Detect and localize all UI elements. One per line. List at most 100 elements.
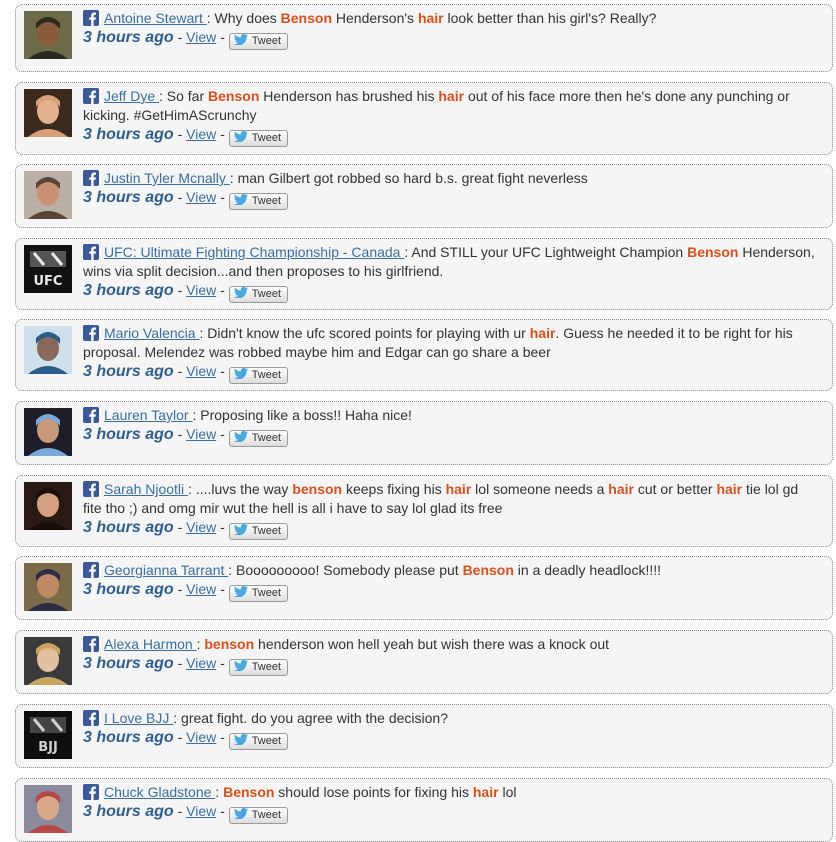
facebook-icon	[83, 88, 99, 104]
keyword-highlight: hair	[438, 88, 465, 104]
tweet-button[interactable]: Tweet	[228, 733, 289, 750]
tweet-label: Tweet	[251, 432, 282, 444]
comment-line: Georgianna Tarrant : Booooooooo! Somebod…	[83, 561, 820, 580]
avatar[interactable]	[24, 326, 72, 374]
text-segment: keeps fixing his	[342, 481, 446, 497]
view-link[interactable]: View	[186, 426, 216, 442]
author-link[interactable]: Jeff Dye	[104, 88, 159, 104]
comment-card: Chuck Gladstone : Benson should lose poi…	[15, 778, 833, 842]
avatar[interactable]	[24, 637, 72, 685]
author-link[interactable]: Mario Valencia	[104, 325, 199, 341]
comment-body: Lauren Taylor : Proposing like a boss!! …	[83, 406, 820, 447]
timestamp: 3 hours ago	[83, 581, 174, 598]
facebook-icon	[83, 481, 99, 497]
avatar[interactable]	[24, 785, 72, 833]
tweet-button[interactable]: Tweet	[228, 367, 289, 384]
timestamp: 3 hours ago	[83, 282, 174, 299]
twitter-bird-icon	[233, 660, 248, 672]
view-link[interactable]: View	[186, 519, 216, 535]
tweet-button[interactable]: Tweet	[228, 523, 289, 540]
timestamp: 3 hours ago	[83, 519, 174, 536]
text-segment: And STILL your UFC Lightweight Champion	[411, 244, 688, 260]
keyword-highlight: hair	[716, 481, 743, 497]
tweet-label: Tweet	[251, 735, 282, 747]
view-link[interactable]: View	[186, 655, 216, 671]
svg-text:BJJ: BJJ	[38, 740, 58, 755]
twitter-bird-icon	[233, 524, 248, 536]
separator: :	[206, 10, 215, 26]
author-link[interactable]: Alexa Harmon	[104, 636, 197, 652]
keyword-highlight: hair	[417, 10, 444, 26]
view-link[interactable]: View	[186, 803, 216, 819]
comment-card: Antoine Stewart : Why does Benson Hender…	[15, 4, 833, 72]
view-link[interactable]: View	[186, 581, 216, 597]
tweet-label: Tweet	[251, 661, 282, 673]
twitter-bird-icon	[233, 368, 248, 380]
author-link[interactable]: Lauren Taylor	[104, 407, 192, 423]
tweet-button[interactable]: Tweet	[228, 286, 289, 303]
comment-line: Chuck Gladstone : Benson should lose poi…	[83, 783, 820, 802]
author-link[interactable]: Georgianna Tarrant	[104, 562, 228, 578]
author-link[interactable]: I Love BJJ	[104, 710, 173, 726]
avatar[interactable]	[24, 89, 72, 137]
comment-text: man Gilbert got robbed so hard b.s. grea…	[238, 170, 588, 186]
tweet-button[interactable]: Tweet	[228, 430, 289, 447]
comment-meta: 3 hours ago - View - Tweet	[83, 425, 820, 447]
avatar[interactable]	[24, 563, 72, 611]
timestamp: 3 hours ago	[83, 189, 174, 206]
tweet-button[interactable]: Tweet	[228, 807, 289, 824]
author-link[interactable]: UFC: Ultimate Fighting Championship - Ca…	[104, 244, 404, 260]
author-link[interactable]: Sarah Njootli	[104, 481, 188, 497]
author-link[interactable]: Justin Tyler Mcnally	[104, 170, 230, 186]
separator: :	[215, 784, 224, 800]
svg-text:UFC: UFC	[34, 274, 63, 289]
separator: :	[228, 562, 237, 578]
avatar[interactable]	[24, 482, 72, 530]
text-segment: should lose points for fixing his	[274, 784, 473, 800]
comment-card: Sarah Njootli : ....luvs the way benson …	[15, 475, 833, 547]
view-link[interactable]: View	[186, 189, 216, 205]
view-link[interactable]: View	[186, 29, 216, 45]
view-link[interactable]: View	[186, 282, 216, 298]
comment-line: Alexa Harmon : benson henderson won hell…	[83, 635, 820, 654]
tweet-button[interactable]: Tweet	[228, 130, 289, 147]
comment-meta: 3 hours ago - View - Tweet	[83, 125, 820, 147]
author-link[interactable]: Chuck Gladstone	[104, 784, 215, 800]
twitter-bird-icon	[233, 131, 248, 143]
view-link[interactable]: View	[186, 363, 216, 379]
avatar[interactable]: UFC	[24, 245, 72, 293]
separator: -	[216, 126, 229, 142]
avatar[interactable]	[24, 408, 72, 456]
keyword-highlight: hair	[608, 481, 634, 497]
facebook-icon	[83, 10, 99, 26]
view-link[interactable]: View	[186, 126, 216, 142]
comment-meta: 3 hours ago - View - Tweet	[83, 281, 820, 303]
separator: -	[173, 189, 187, 205]
comment-meta: 3 hours ago - View - Tweet	[83, 580, 820, 602]
comment-line: Justin Tyler Mcnally : man Gilbert got r…	[83, 169, 820, 188]
keyword-highlight: hair	[445, 481, 472, 497]
comment-line: Antoine Stewart : Why does Benson Hender…	[83, 9, 820, 28]
avatar[interactable]	[24, 11, 72, 59]
comment-card: UFC UFC: Ultimate Fighting Championship …	[15, 238, 833, 310]
tweet-button[interactable]: Tweet	[228, 659, 289, 676]
author-link[interactable]: Antoine Stewart	[104, 10, 207, 26]
view-link[interactable]: View	[186, 729, 216, 745]
comment-body: I Love BJJ : great fight. do you agree w…	[83, 709, 820, 750]
tweet-button[interactable]: Tweet	[228, 193, 289, 210]
separator: :	[159, 88, 167, 104]
keyword-highlight: hair	[472, 784, 499, 800]
separator: -	[173, 29, 187, 45]
avatar[interactable]: BJJ	[24, 711, 72, 759]
keyword-highlight: Benson	[280, 10, 332, 26]
tweet-button[interactable]: Tweet	[228, 33, 289, 50]
separator: -	[173, 519, 187, 535]
comment-line: Jeff Dye : So far Benson Henderson has b…	[83, 87, 820, 125]
avatar[interactable]	[24, 171, 72, 219]
comment-meta: 3 hours ago - View - Tweet	[83, 28, 820, 50]
comment-line: Sarah Njootli : ....luvs the way benson …	[83, 480, 820, 518]
separator: -	[173, 363, 187, 379]
separator: -	[216, 581, 229, 597]
tweet-button[interactable]: Tweet	[228, 585, 289, 602]
keyword-highlight: hair	[529, 325, 556, 341]
